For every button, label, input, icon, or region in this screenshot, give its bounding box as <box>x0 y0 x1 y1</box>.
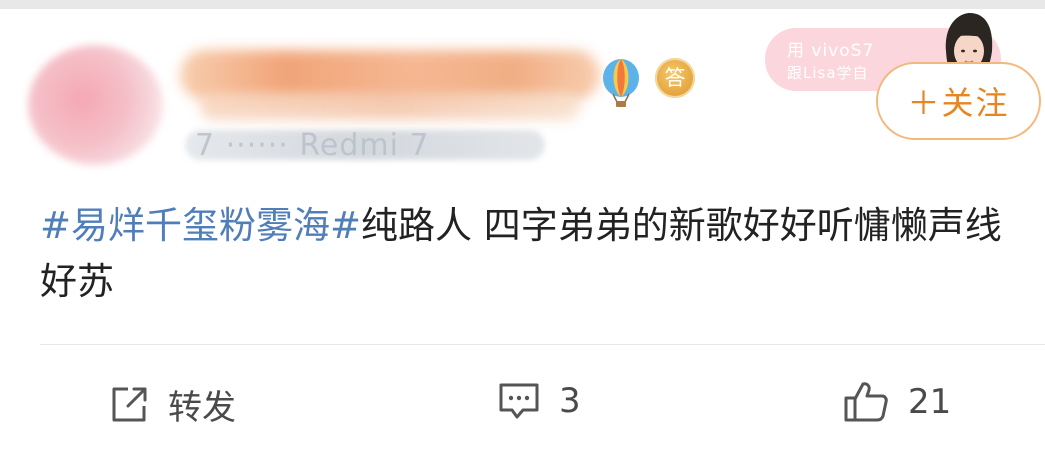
post-meta-text: 7 ······ Redmi 7 <box>195 128 430 163</box>
action-bar: 转发 3 21 <box>0 360 1045 448</box>
repost-button[interactable]: 转发 <box>108 380 236 429</box>
like-button[interactable]: 21 <box>842 380 951 424</box>
follow-button[interactable]: ＋关注 <box>876 62 1041 140</box>
top-divider <box>0 0 1045 9</box>
post-body: #易烊千玺粉雾海#纯路人 四字弟弟的新歌好好听慵懒声线好苏 <box>40 198 1030 310</box>
comment-icon <box>499 383 539 419</box>
ad-line-1: 用 vivoS7 <box>787 41 875 61</box>
hot-air-balloon-icon <box>600 58 642 112</box>
username-redacted-lower <box>200 92 580 120</box>
hashtag-link[interactable]: #易烊千玺粉雾海# <box>40 204 361 247</box>
follow-button-label: ＋关注 <box>907 84 1010 122</box>
repost-label: 转发 <box>168 388 236 428</box>
ad-line-2: 跟Lisa学自 <box>787 64 869 82</box>
comment-button[interactable]: 3 <box>497 380 581 422</box>
user-avatar-blurred[interactable] <box>28 45 163 165</box>
medal-label: 答 <box>664 66 686 90</box>
comment-count: 3 <box>559 381 581 421</box>
like-icon <box>844 382 888 422</box>
repost-icon <box>112 387 147 421</box>
actions-divider <box>40 344 1045 345</box>
medal-icon: 答 <box>655 58 695 98</box>
like-count: 21 <box>908 382 952 422</box>
